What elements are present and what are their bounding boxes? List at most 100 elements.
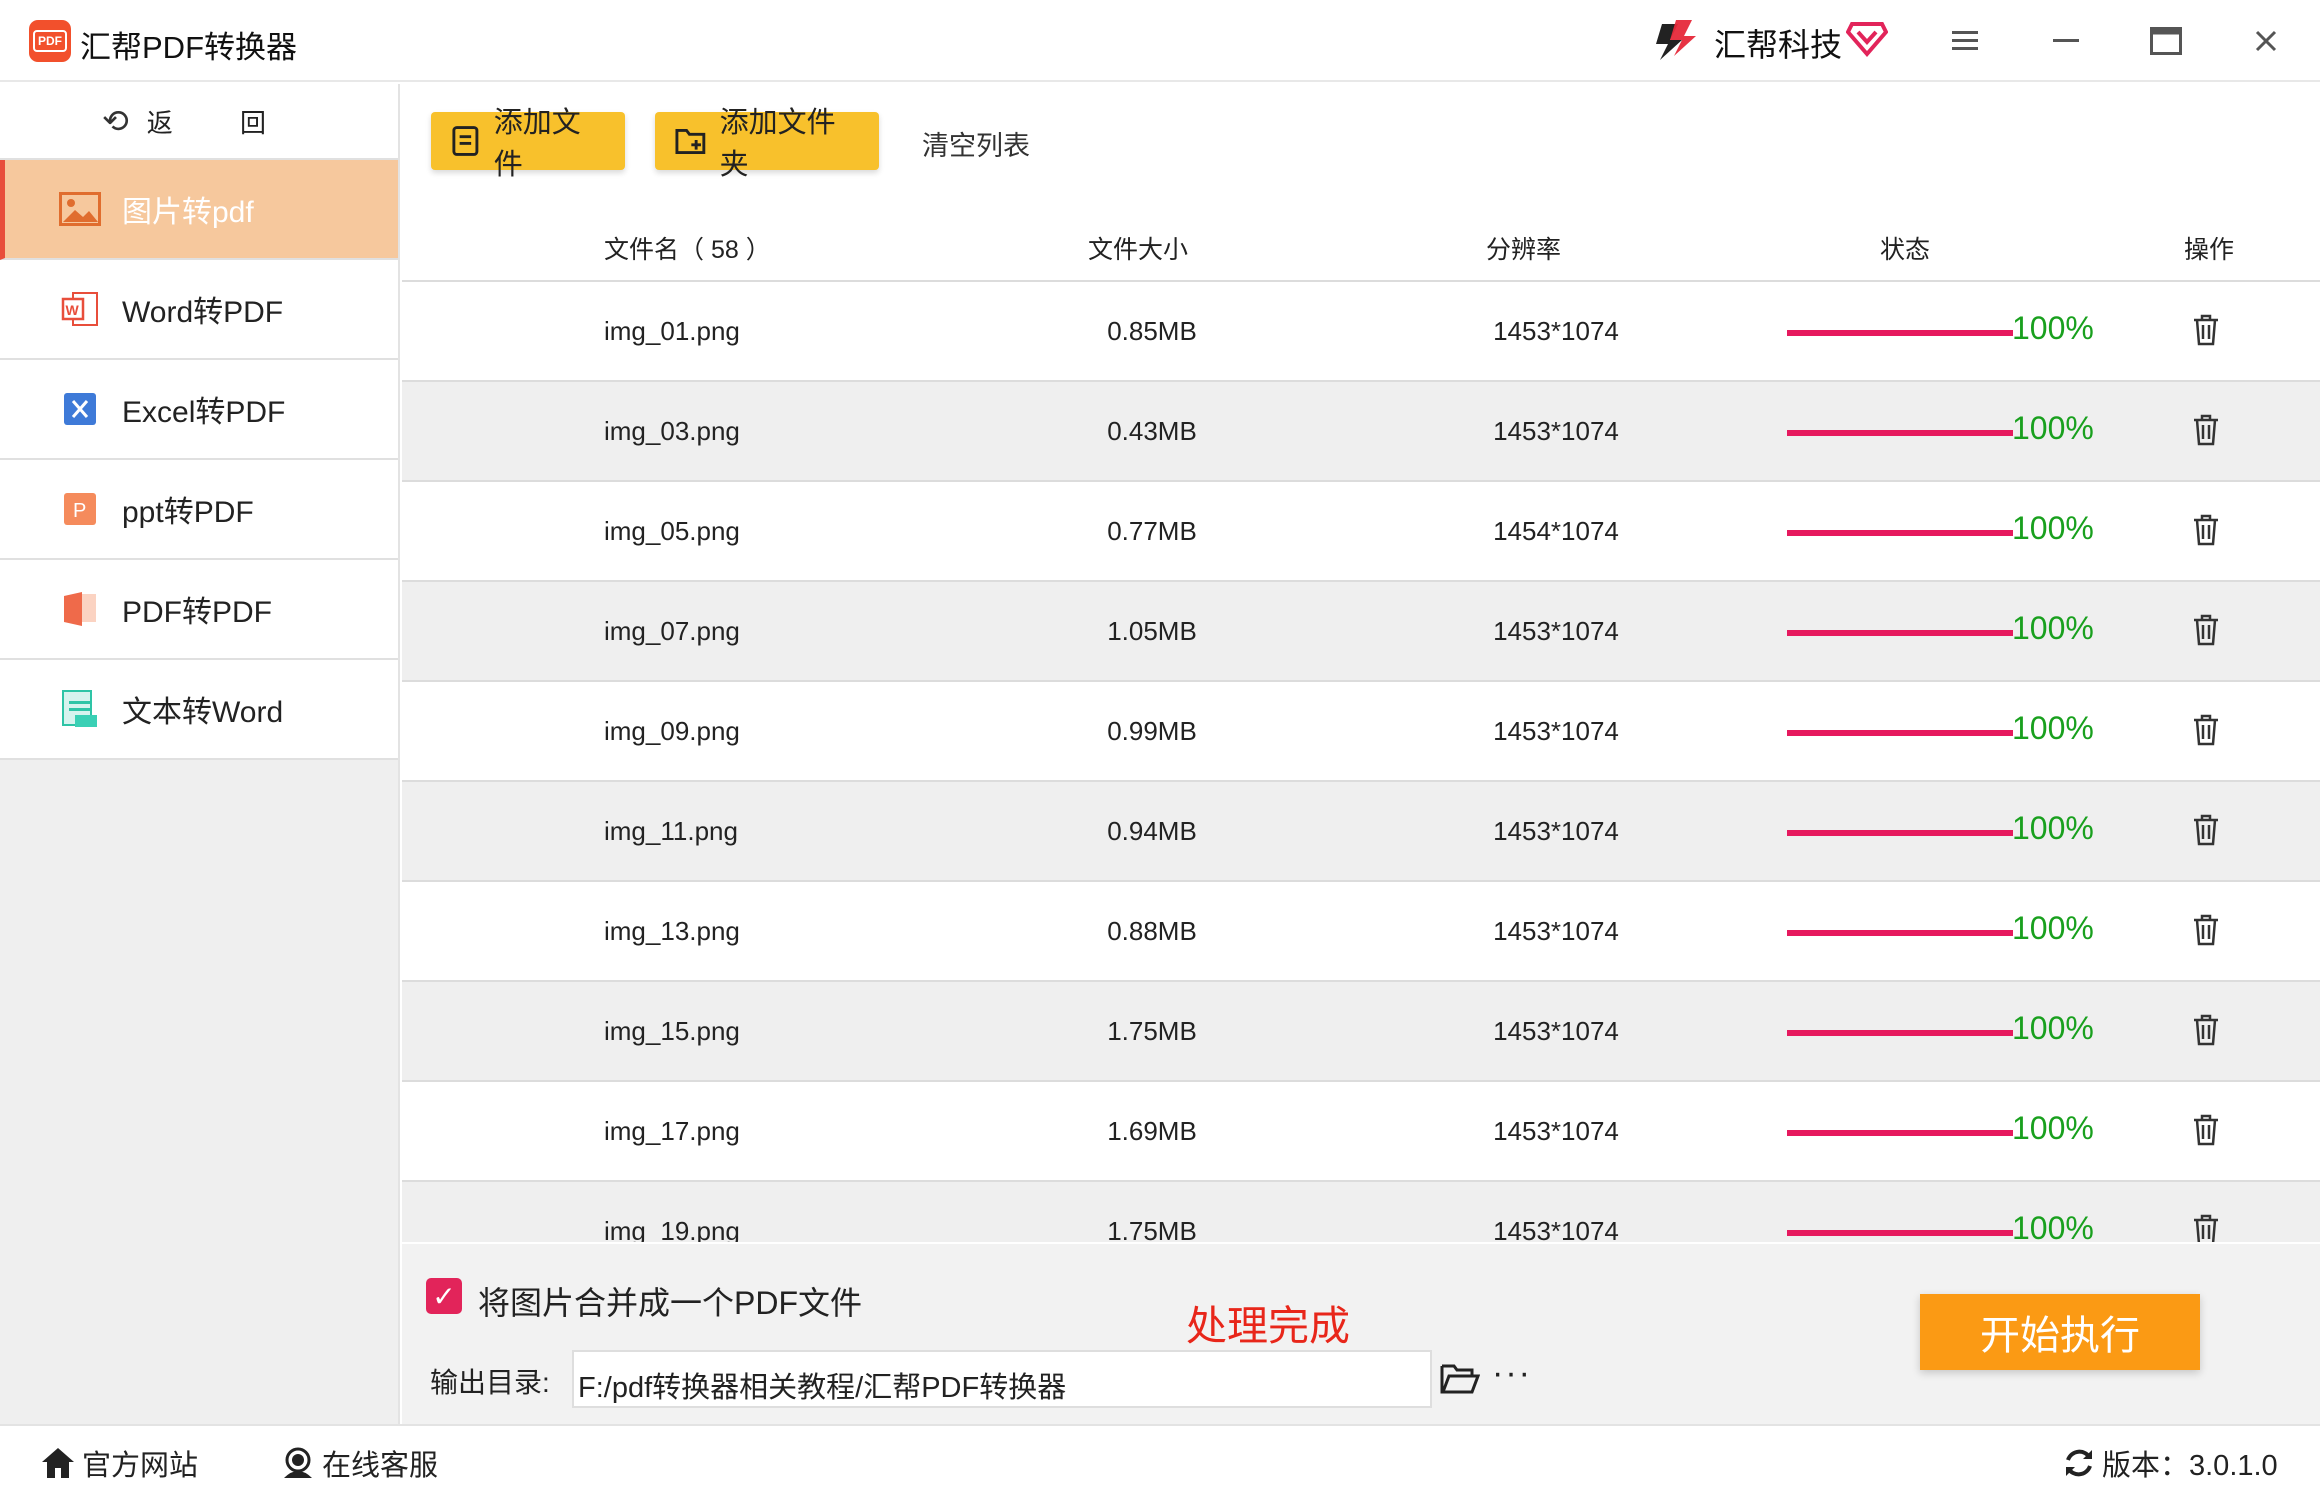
file-name: img_17.png: [604, 1116, 740, 1146]
brand-logo-icon: [1656, 20, 1696, 60]
add-folder-button[interactable]: 添加文件夹: [655, 107, 879, 181]
file-size: 0.77MB: [1107, 516, 1197, 546]
start-button[interactable]: 开始执行: [1920, 1294, 2200, 1370]
delete-icon[interactable]: [2192, 1114, 2220, 1146]
minimize-icon[interactable]: [2043, 18, 2089, 64]
progress-bar: [1787, 530, 2013, 536]
file-size: 0.88MB: [1107, 916, 1197, 946]
table-header: 文件名（ 58 ） 文件大小 分辨率 状态 操作: [402, 208, 2320, 282]
table-row[interactable]: img_09.png 0.99MB 1453*1074 100%: [402, 682, 2320, 782]
delete-icon[interactable]: [2192, 714, 2220, 746]
table-row[interactable]: img_17.png 1.69MB 1453*1074 100%: [402, 1082, 2320, 1182]
delete-icon[interactable]: [2192, 814, 2220, 846]
vip-diamond-icon[interactable]: [1846, 18, 1888, 58]
delete-icon[interactable]: [2192, 514, 2220, 546]
file-name: img_09.png: [604, 716, 740, 746]
file-resolution: 1453*1074: [1493, 416, 1619, 446]
sidebar-item-ppt-to-pdf[interactable]: P ppt转PDF: [0, 460, 398, 560]
excel-icon: [58, 387, 102, 431]
delete-icon[interactable]: [2192, 614, 2220, 646]
merge-label[interactable]: 将图片合并成一个PDF文件: [478, 1278, 862, 1324]
delete-icon[interactable]: [2192, 1214, 2220, 1242]
table-row[interactable]: img_01.png 0.85MB 1453*1074 100%: [402, 282, 2320, 382]
table-row[interactable]: img_05.png 0.77MB 1454*1074 100%: [402, 482, 2320, 582]
official-website-link[interactable]: 官方网站: [40, 1442, 198, 1484]
progress-percent: 100%: [2012, 510, 2094, 546]
progress-bar: [1787, 430, 2013, 436]
image-icon: [58, 187, 102, 231]
ppt-icon: P: [58, 487, 102, 531]
progress-bar: [1787, 630, 2013, 636]
text-icon: [58, 687, 102, 731]
brand-name: 汇帮科技: [1714, 27, 1843, 63]
status-text: 处理完成: [1186, 1303, 1350, 1349]
app-logo: PDF: [29, 20, 71, 62]
table-row[interactable]: img_03.png 0.43MB 1453*1074 100%: [402, 382, 2320, 482]
progress-bar: [1787, 1230, 2013, 1236]
delete-icon[interactable]: [2192, 1014, 2220, 1046]
progress-percent: 100%: [2012, 1110, 2094, 1146]
main-panel: 添加文件 添加文件夹 清空列表 文件名（ 58 ） 文件大小 分辨率 状态 操作…: [402, 84, 2320, 1244]
maximize-icon[interactable]: [2143, 18, 2189, 64]
progress-percent: 100%: [2012, 1010, 2094, 1046]
delete-icon[interactable]: [2192, 314, 2220, 346]
delete-icon[interactable]: [2192, 914, 2220, 946]
add-file-button[interactable]: 添加文件: [431, 107, 625, 181]
title-bar: PDF 汇帮PDF转换器 汇帮科技: [0, 0, 2320, 82]
sidebar-item-label: 文本转Word: [122, 696, 284, 729]
file-resolution: 1453*1074: [1493, 1216, 1619, 1242]
file-name: img_15.png: [604, 1016, 740, 1046]
table-row[interactable]: img_13.png 0.88MB 1453*1074 100%: [402, 882, 2320, 982]
home-icon: [42, 1448, 74, 1478]
file-list[interactable]: img_01.png 0.85MB 1453*1074 100% img_03.…: [402, 282, 2320, 1242]
back-arrow-icon: ⟲: [101, 103, 129, 139]
file-size: 0.94MB: [1107, 816, 1197, 846]
progress-percent: 100%: [2012, 810, 2094, 846]
progress-bar: [1787, 730, 2013, 736]
table-row[interactable]: img_11.png 0.94MB 1453*1074 100%: [402, 782, 2320, 882]
add-folder-icon: [675, 128, 706, 154]
delete-icon[interactable]: [2192, 414, 2220, 446]
footer-bar: 官方网站 在线客服 版本：3.0.1.0: [0, 1424, 2320, 1492]
sidebar-item-label: PDF转PDF: [122, 596, 272, 629]
back-button[interactable]: ⟲ 返 回: [0, 84, 398, 160]
table-row[interactable]: img_15.png 1.75MB 1453*1074 100%: [402, 982, 2320, 1082]
word-icon: W: [58, 287, 102, 331]
clear-list-button[interactable]: 清空列表: [922, 124, 1030, 163]
sidebar-item-text-to-word[interactable]: 文本转Word: [0, 660, 398, 760]
svg-text:W: W: [66, 302, 80, 318]
sidebar-item-image-to-pdf[interactable]: 图片转pdf: [0, 160, 398, 260]
more-options-icon[interactable]: ···: [1492, 1354, 1532, 1393]
close-icon[interactable]: [2243, 18, 2289, 64]
file-size: 0.85MB: [1107, 316, 1197, 346]
file-name: img_03.png: [604, 416, 740, 446]
progress-bar: [1787, 1030, 2013, 1036]
output-settings: ✓ 将图片合并成一个PDF文件 处理完成 输出目录: F:/pdf转换器相关教程…: [402, 1244, 2320, 1424]
sidebar-item-word-to-pdf[interactable]: W Word转PDF: [0, 260, 398, 360]
merge-checkbox[interactable]: ✓: [426, 1278, 462, 1314]
sidebar-item-pdf-to-pdf[interactable]: PDF转PDF: [0, 560, 398, 660]
file-name: img_19.png: [604, 1216, 740, 1242]
progress-percent: 100%: [2012, 1210, 2094, 1242]
sidebar-item-label: 图片转pdf: [122, 196, 254, 229]
table-row[interactable]: img_19.png 1.75MB 1453*1074 100%: [402, 1182, 2320, 1242]
file-resolution: 1453*1074: [1493, 1116, 1619, 1146]
sidebar-item-label: ppt转PDF: [122, 496, 254, 529]
add-file-icon: [452, 126, 479, 156]
file-size: 1.05MB: [1107, 616, 1197, 646]
file-resolution: 1453*1074: [1493, 316, 1619, 346]
online-support-link[interactable]: 在线客服: [280, 1442, 438, 1484]
progress-percent: 100%: [2012, 710, 2094, 746]
file-name: img_07.png: [604, 616, 740, 646]
sidebar-item-label: Excel转PDF: [122, 396, 286, 429]
progress-bar: [1787, 830, 2013, 836]
header-resolution: 分辨率: [1486, 236, 1562, 264]
menu-icon[interactable]: [1942, 18, 1988, 64]
table-row[interactable]: img_07.png 1.05MB 1453*1074 100%: [402, 582, 2320, 682]
file-resolution: 1453*1074: [1493, 1016, 1619, 1046]
progress-percent: 100%: [2012, 610, 2094, 646]
output-dir-field[interactable]: F:/pdf转换器相关教程/汇帮PDF转换器: [572, 1350, 1432, 1408]
file-resolution: 1453*1074: [1493, 816, 1619, 846]
sidebar-item-excel-to-pdf[interactable]: Excel转PDF: [0, 360, 398, 460]
folder-open-icon[interactable]: [1440, 1360, 1480, 1396]
